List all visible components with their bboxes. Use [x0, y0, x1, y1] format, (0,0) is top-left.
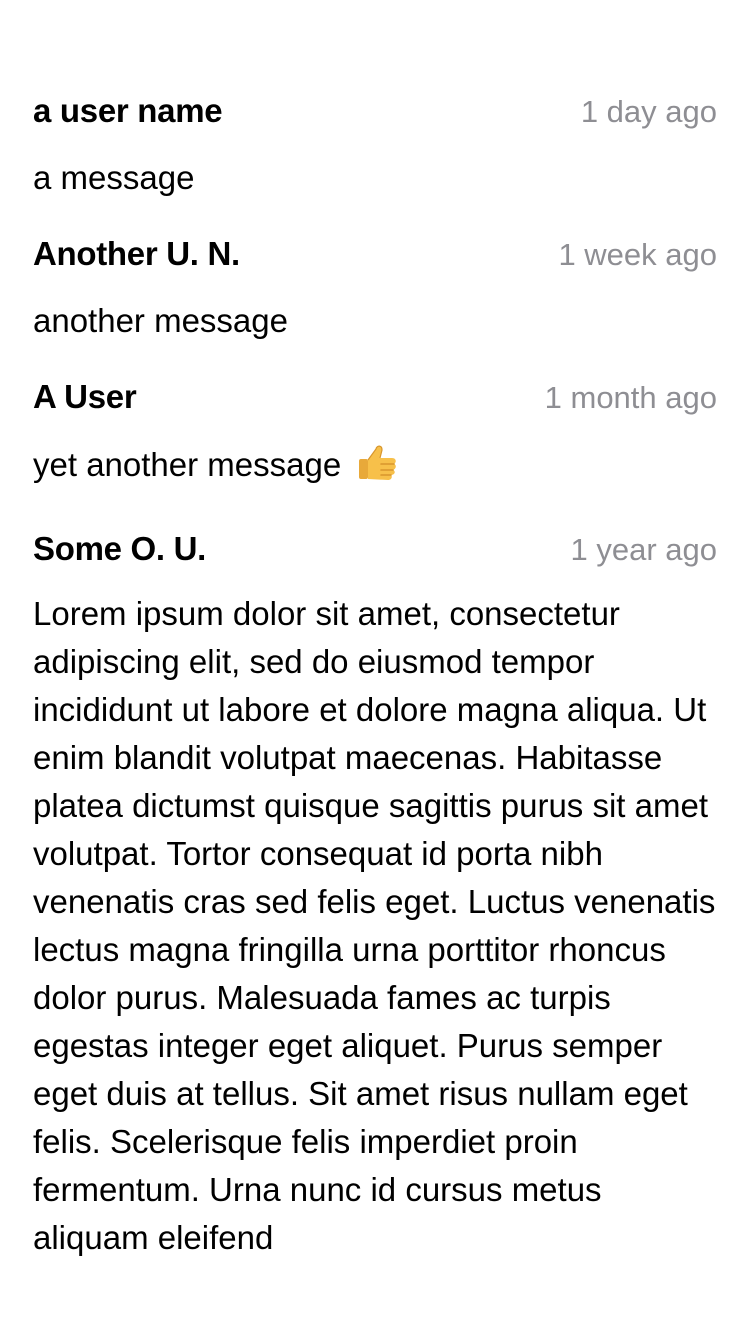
comment-timestamp: 1 month ago — [544, 380, 717, 415]
comment-header: a user name 1 day ago — [33, 92, 717, 142]
thumbs-up-icon — [356, 440, 400, 497]
comment-user-name: A User — [33, 378, 137, 415]
comment-message: another message — [33, 302, 288, 339]
comment-message: a message — [33, 159, 195, 196]
comment-message: Lorem ipsum dolor sit amet, consectetur … — [33, 595, 716, 1256]
comment-item[interactable]: Some O. U. 1 year ago Lorem ipsum dolor … — [33, 530, 717, 1262]
comment-timestamp: 1 week ago — [558, 237, 717, 272]
comment-user-name: Some O. U. — [33, 530, 207, 567]
comment-user-name: a user name — [33, 92, 223, 129]
comment-item[interactable]: A User 1 month ago yet another message — [33, 378, 717, 497]
comment-feed: a user name 1 day ago a message Another … — [33, 92, 717, 1295]
comment-timestamp: 1 year ago — [570, 532, 718, 567]
comment-timestamp: 1 day ago — [580, 94, 717, 129]
comment-header: A User 1 month ago — [33, 378, 717, 428]
comment-header: Another U. N. 1 week ago — [33, 235, 717, 285]
comment-message: yet another message — [33, 446, 342, 483]
comment-item[interactable]: Another U. N. 1 week ago another message — [33, 235, 717, 345]
comment-header: Some O. U. 1 year ago — [33, 530, 717, 580]
comment-item[interactable]: a user name 1 day ago a message — [33, 92, 717, 202]
comment-user-name: Another U. N. — [33, 235, 240, 272]
comment-message-row: yet another message — [33, 440, 717, 497]
